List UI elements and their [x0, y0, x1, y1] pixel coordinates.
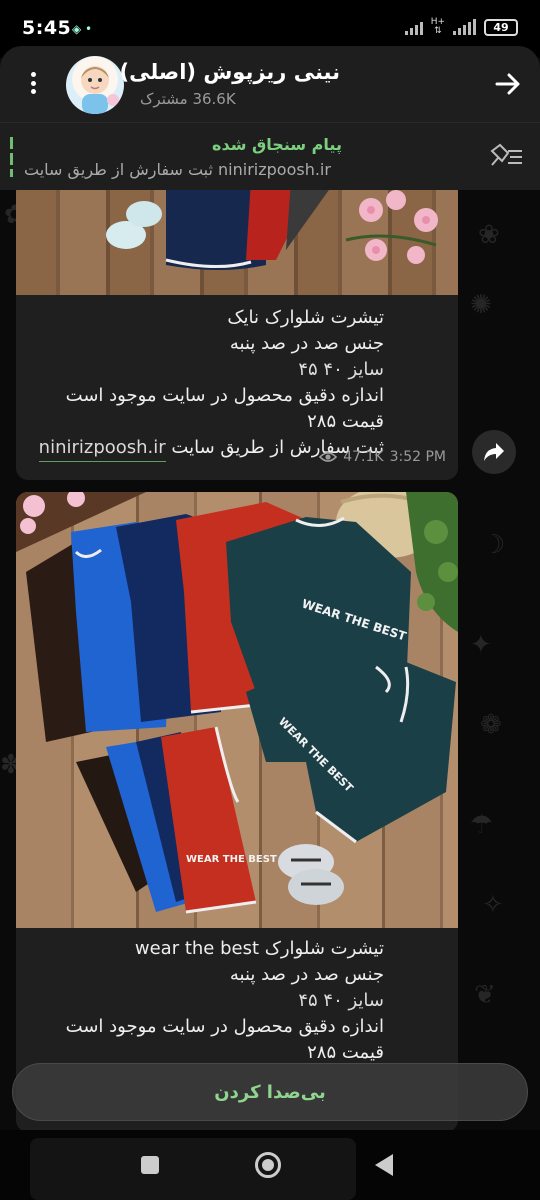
- next-post-thumbnail: [30, 1138, 356, 1200]
- pin-list-icon[interactable]: [488, 143, 524, 171]
- post-meta: 47.1K 3:52 PM: [319, 449, 446, 465]
- caption-line: قیمت ۲۸۵: [307, 411, 384, 432]
- battery-icon: 49: [484, 18, 518, 36]
- share-arrow-icon: [484, 443, 504, 461]
- shorts-print-text-red: WEAR THE BEST: [186, 854, 277, 865]
- product-photo-illustration: [106, 190, 438, 270]
- caption-line: تیشرت شلوارک نایک: [227, 307, 384, 328]
- background-doodle: ❀: [478, 220, 500, 250]
- view-count: 47.1K: [343, 449, 384, 465]
- status-time: 5:45: [22, 17, 72, 39]
- pinned-text: ninirizpoosh.ir ثبت سفارش از طریق سایت: [24, 160, 331, 179]
- channel-post[interactable]: تیشرت شلوارک نایک جنس صد در صد پنبه سایز…: [16, 190, 458, 480]
- product-photo-illustration: WEAR THE BEST WEAR THE BEST WEAR THE BES…: [16, 492, 458, 914]
- caption-line: سایز ۴۰ ۴۵: [298, 359, 384, 380]
- pinned-indicator: [10, 137, 13, 177]
- background-doodle: ✺: [470, 290, 492, 320]
- post-caption: تیشرت شلوارک wear the best جنس صد در صد …: [16, 936, 458, 1066]
- channel-title[interactable]: نینی ریزپوش (اصلی): [120, 60, 340, 84]
- forward-arrow-icon[interactable]: [494, 70, 522, 98]
- views-eye-icon: [319, 452, 338, 462]
- background-doodle: ☽: [482, 530, 506, 560]
- post-photo[interactable]: WEAR THE BEST WEAR THE BEST WEAR THE BES…: [16, 492, 458, 928]
- website-link[interactable]: ninirizpoosh.ir: [38, 437, 166, 462]
- post-time: 3:52 PM: [389, 449, 446, 465]
- background-doodle: ❁: [480, 710, 502, 740]
- telegram-channel-screen: 5:45 ◈ • H+ ⇅ 49 نینی ریزپوش (اصلی) 36.6…: [0, 0, 540, 1200]
- more-menu-icon[interactable]: [18, 68, 48, 98]
- home-icon[interactable]: [255, 1152, 281, 1178]
- background-doodle: ☂: [470, 810, 494, 840]
- system-nav-bar: [0, 1130, 540, 1200]
- mute-label: بی‌صدا کردن: [214, 1081, 326, 1103]
- caption-line: جنس صد در صد پنبه: [229, 333, 384, 354]
- background-doodle: ✧: [482, 890, 504, 920]
- share-button[interactable]: [472, 430, 516, 474]
- channel-avatar[interactable]: [66, 56, 124, 114]
- caption-line: اندازه دقیق محصول در سایت موجود است: [65, 1016, 384, 1037]
- pinned-message-bar[interactable]: پیام سنجاق شده ninirizpoosh.ir ثبت سفارش…: [0, 122, 540, 190]
- notification-icons: ◈ •: [72, 22, 93, 36]
- signal-icon-2: [453, 19, 476, 35]
- subscriber-count: 36.6K مشترک: [140, 90, 236, 108]
- channel-post[interactable]: WEAR THE BEST WEAR THE BEST WEAR THE BES…: [16, 492, 458, 1130]
- back-icon[interactable]: [375, 1154, 393, 1176]
- post-caption: تیشرت شلوارک نایک جنس صد در صد پنبه سایز…: [16, 305, 458, 462]
- message-list[interactable]: ✿ ❀ ✺ ☽ ✦ ❁ ☂ ✧ ❦ ✽ تیشرت شلوارک نایک جن…: [0, 190, 540, 1130]
- caption-line: جنس صد در صد پنبه: [229, 964, 384, 985]
- chat-header: نینی ریزپوش (اصلی) 36.6K مشترک: [0, 46, 540, 122]
- caption-line: اندازه دقیق محصول در سایت موجود است: [65, 385, 384, 406]
- mute-button[interactable]: بی‌صدا کردن: [12, 1063, 528, 1121]
- pinned-title: پیام سنجاق شده: [212, 135, 342, 154]
- caption-line: تیشرت شلوارک wear the best: [134, 938, 384, 959]
- network-type: H+ ⇅: [430, 17, 445, 36]
- signal-icon: [404, 19, 423, 35]
- background-doodle: ❦: [474, 980, 496, 1010]
- recents-icon[interactable]: [141, 1156, 159, 1174]
- post-photo[interactable]: [16, 190, 458, 295]
- caption-line: سایز ۴۰ ۴۵: [298, 990, 384, 1011]
- background-doodle: ✦: [470, 630, 492, 660]
- status-right: H+ ⇅ 49: [404, 17, 518, 36]
